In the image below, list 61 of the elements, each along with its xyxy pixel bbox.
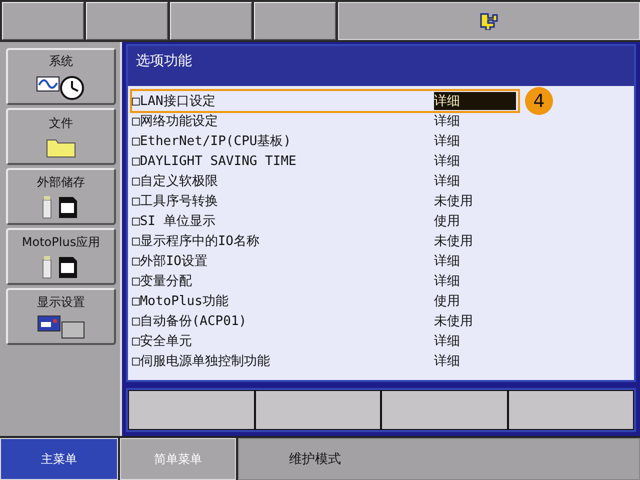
menu-label: 显示设置 xyxy=(37,294,85,311)
option-row[interactable]: □EtherNet/IP(CPU基板) 详细 xyxy=(132,131,630,151)
option-label: □SI 单位显示 xyxy=(132,213,216,230)
option-value[interactable]: 详细 xyxy=(434,92,516,110)
top-button[interactable] xyxy=(86,2,168,40)
option-value[interactable]: 使用 xyxy=(434,292,516,310)
menu-button[interactable]: 显示设置 xyxy=(6,288,116,345)
callout-badge: 4 xyxy=(525,87,553,115)
wave-clock-icon xyxy=(36,74,86,100)
option-value[interactable]: 详细 xyxy=(434,272,516,290)
option-row[interactable]: □显示程序中的IO名称 未使用 xyxy=(132,231,630,251)
option-value[interactable]: 详细 xyxy=(434,352,516,370)
menu-label: 文件 xyxy=(49,115,73,132)
option-label: □LAN接口设定 xyxy=(132,93,216,110)
option-row[interactable]: □外部IO设置 详细 xyxy=(132,251,630,271)
menu-label: MotoPlus应用 xyxy=(22,234,100,251)
option-label: □安全单元 xyxy=(132,333,193,350)
top-button[interactable] xyxy=(170,2,252,40)
option-row[interactable]: □伺服电源单独控制功能 详细 xyxy=(132,351,630,371)
option-label: □变量分配 xyxy=(132,273,193,290)
option-value[interactable]: 未使用 xyxy=(434,192,516,210)
menu-button[interactable]: 外部储存 xyxy=(6,168,116,225)
top-button[interactable] xyxy=(254,2,336,40)
option-label: □外部IO设置 xyxy=(132,253,208,270)
option-value[interactable]: 未使用 xyxy=(434,232,516,250)
keys-icon xyxy=(479,12,499,30)
option-label: □MotoPlus功能 xyxy=(132,293,230,310)
menu-button[interactable]: MotoPlus应用 xyxy=(6,228,116,285)
option-row[interactable]: □MotoPlus功能 使用 xyxy=(132,291,630,311)
menu-label: 系统 xyxy=(49,53,73,70)
option-row[interactable]: □安全单元 详细 xyxy=(132,331,630,351)
menu-tab[interactable]: 主菜单 xyxy=(0,438,118,480)
option-row[interactable]: □SI 单位显示 使用 xyxy=(132,211,630,231)
option-label: □自动备份(ACP01) xyxy=(132,313,248,330)
mode-label: 维护模式 xyxy=(238,438,640,480)
top-button[interactable] xyxy=(2,2,84,40)
option-row[interactable]: □自定义软极限 详细 xyxy=(132,171,630,191)
option-label: □工具序号转换 xyxy=(132,193,219,210)
option-row[interactable]: □工具序号转换 未使用 xyxy=(132,191,630,211)
option-value[interactable]: 详细 xyxy=(434,152,516,170)
option-label: □伺服电源单独控制功能 xyxy=(132,353,271,370)
menu-label: 外部储存 xyxy=(37,174,85,191)
option-value[interactable]: 详细 xyxy=(434,112,516,130)
menu-button[interactable]: 文件 xyxy=(6,108,116,165)
option-label: □EtherNet/IP(CPU基板) xyxy=(132,133,292,150)
option-value[interactable]: 未使用 xyxy=(434,312,516,330)
panel-title: 选项功能 xyxy=(128,46,634,86)
option-label: □网络功能设定 xyxy=(132,113,219,130)
option-value[interactable]: 详细 xyxy=(434,132,516,150)
option-value[interactable]: 详细 xyxy=(434,172,516,190)
option-row[interactable]: □变量分配 详细 xyxy=(132,271,630,291)
display-font-icon xyxy=(37,315,85,339)
menu-button[interactable]: 系统 xyxy=(6,48,116,105)
option-row[interactable]: □自动备份(ACP01) 未使用 xyxy=(132,311,630,331)
option-value[interactable]: 使用 xyxy=(434,212,516,230)
option-label: □自定义软极限 xyxy=(132,173,219,190)
option-row[interactable]: □DAYLIGHT SAVING TIME 详细 xyxy=(132,151,630,171)
option-value[interactable]: 详细 xyxy=(434,252,516,270)
option-label: □显示程序中的IO名称 xyxy=(132,233,260,250)
option-label: □DAYLIGHT SAVING TIME xyxy=(132,154,298,168)
option-value[interactable]: 详细 xyxy=(434,332,516,350)
